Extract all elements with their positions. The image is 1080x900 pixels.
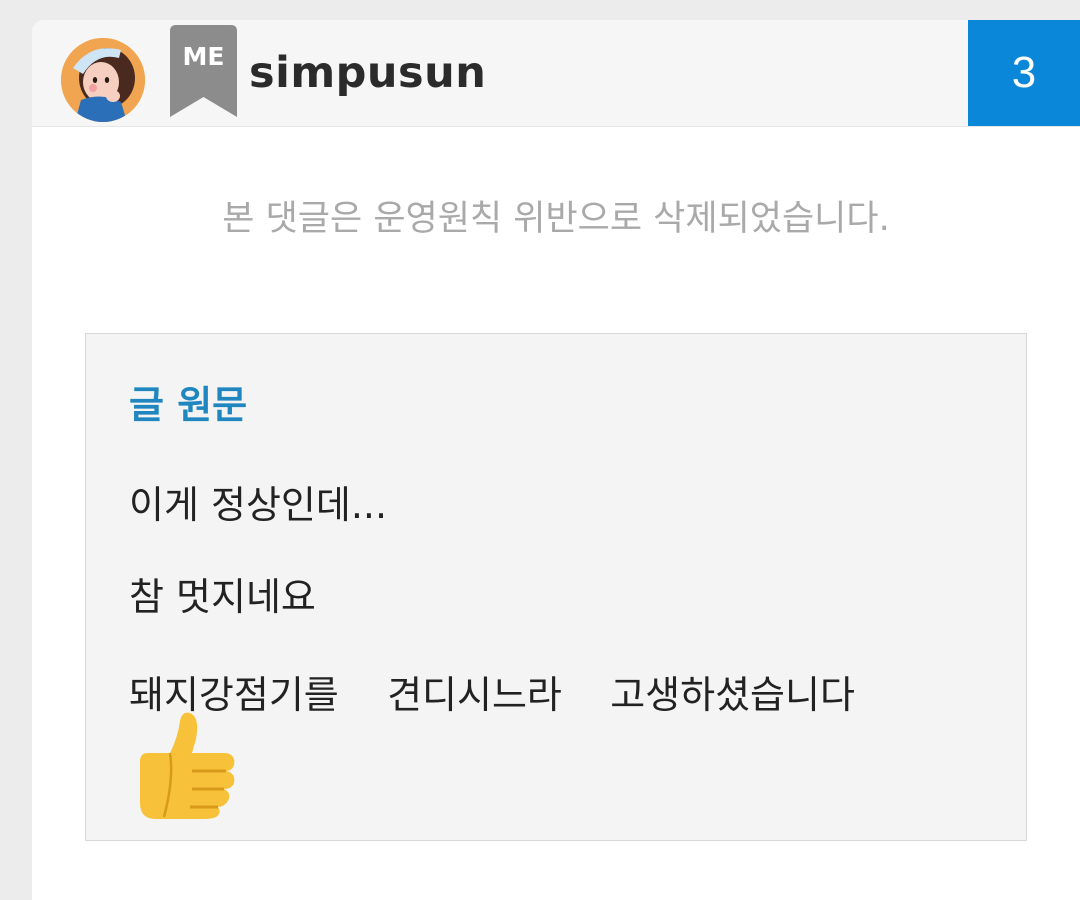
avatar[interactable] bbox=[61, 38, 145, 122]
original-post-box: 글 원문 이게 정상인데... 참 멋지네요 돼지강점기를 견디시느라 고생하셨… bbox=[85, 333, 1027, 841]
username[interactable]: simpusun bbox=[249, 48, 486, 98]
deleted-comment-notice: 본 댓글은 운영원칙 위반으로 삭제되었습니다. bbox=[222, 199, 890, 239]
me-badge: ME bbox=[168, 25, 239, 120]
me-badge-label: ME bbox=[182, 42, 225, 71]
comment-card: ME simpusun 3 본 댓글은 운영원칙 위반으로 삭제되었습니다. 글… bbox=[32, 20, 1080, 900]
original-post-line: 참 멋지네요 bbox=[129, 575, 316, 619]
comment-header: ME simpusun 3 bbox=[32, 20, 1080, 127]
original-post-line: 이게 정상인데... bbox=[129, 483, 388, 527]
thumbs-up-icon bbox=[134, 709, 244, 819]
original-post-title: 글 원문 bbox=[129, 383, 248, 427]
comment-count-badge[interactable]: 3 bbox=[968, 20, 1080, 126]
